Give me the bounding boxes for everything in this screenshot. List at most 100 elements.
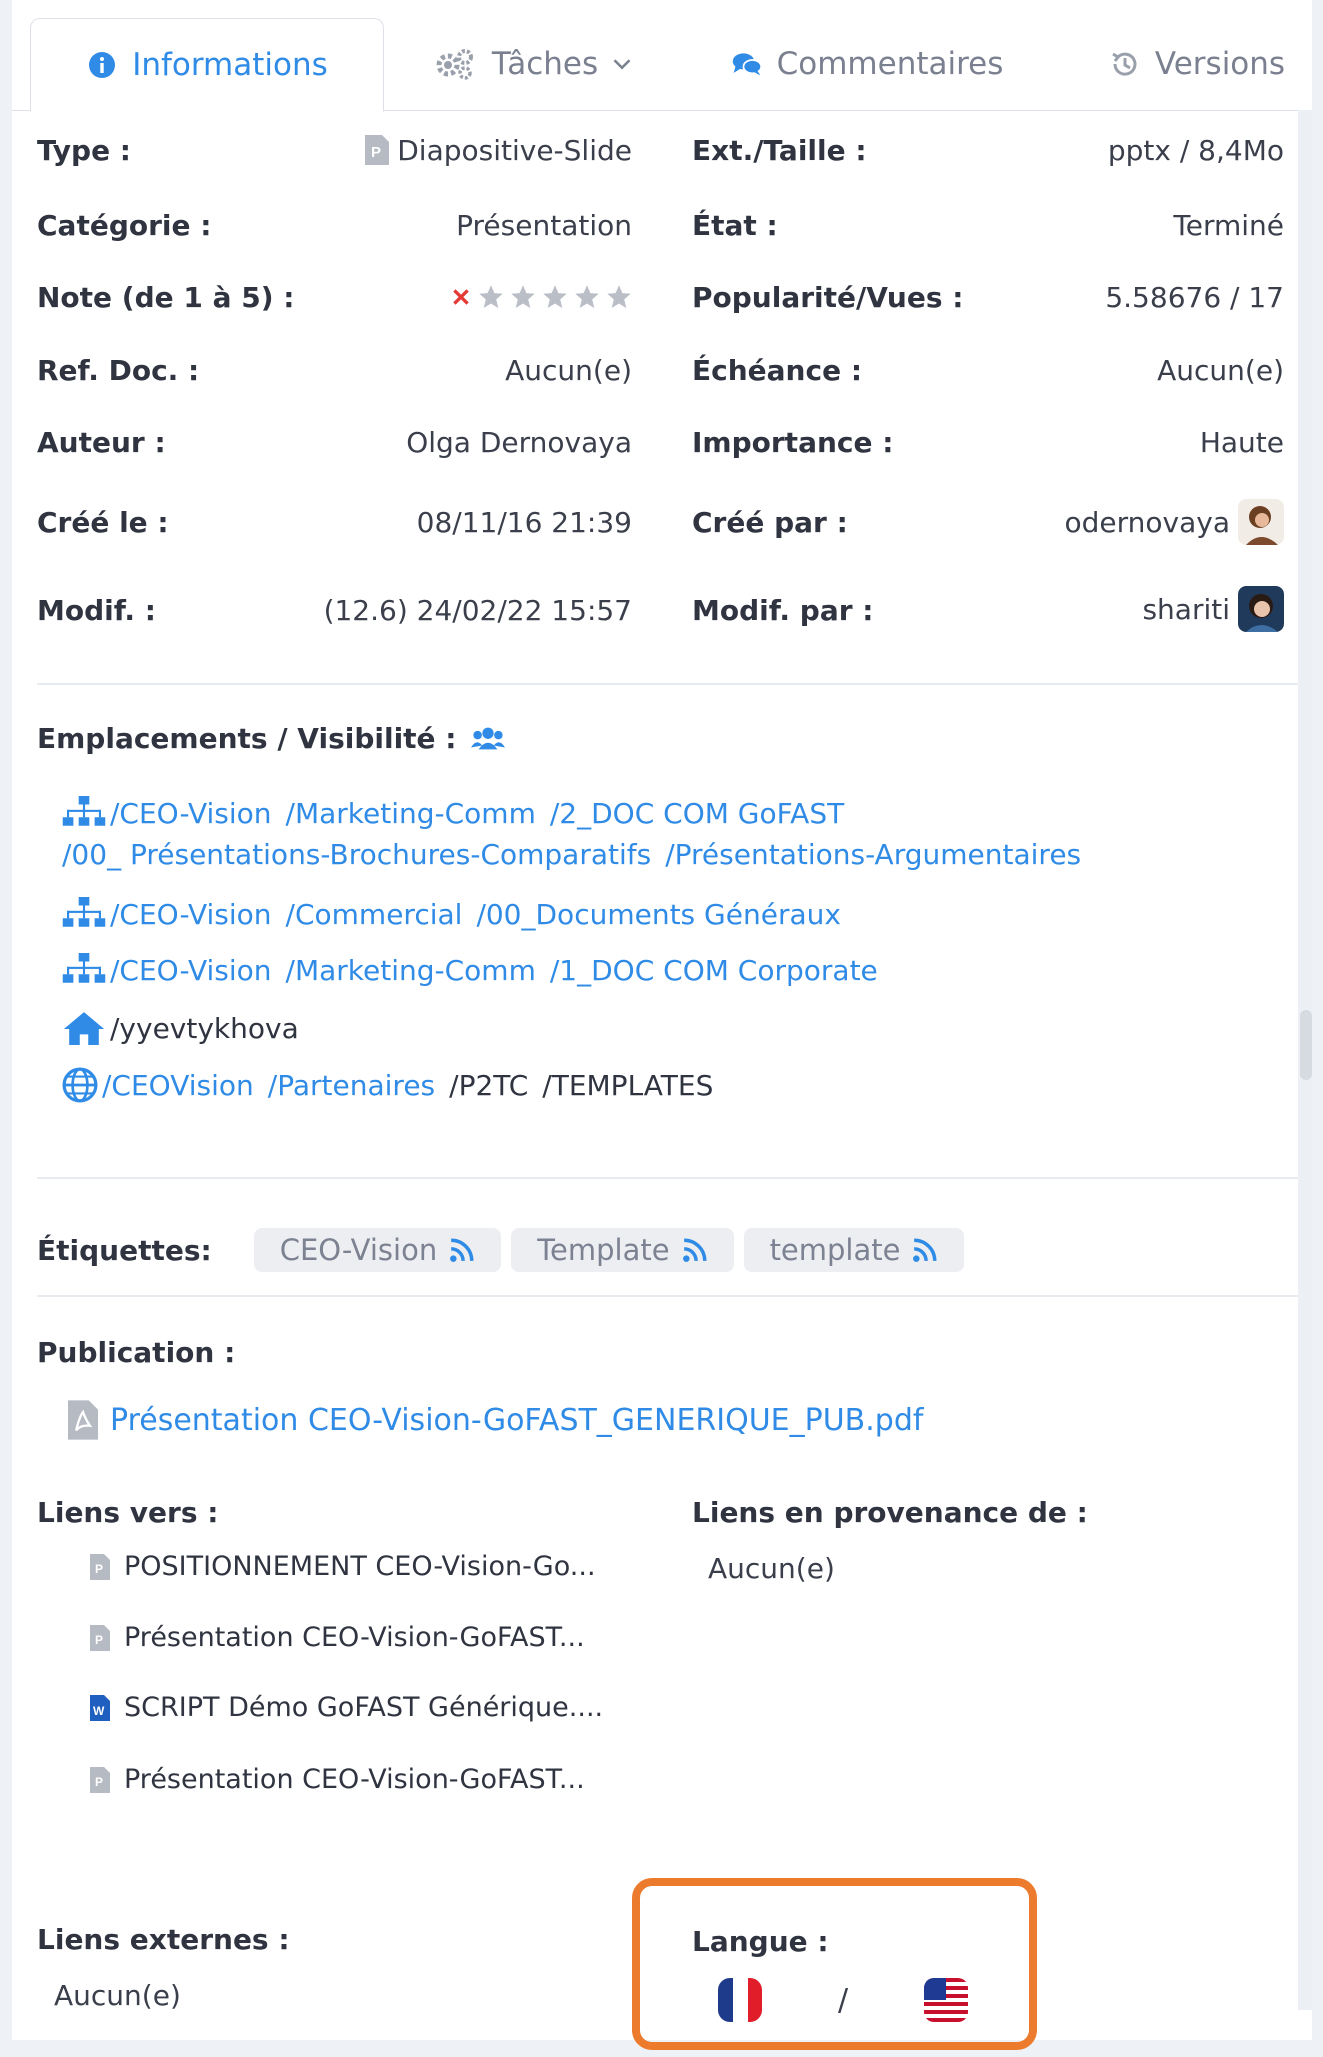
- star-icon[interactable]: [542, 284, 568, 310]
- home-icon: [63, 1012, 105, 1045]
- tag-label: CEO-Vision: [279, 1233, 438, 1267]
- field-label: État :: [692, 208, 778, 242]
- pptx-file-icon: P: [90, 1766, 110, 1793]
- field-label: Type :: [37, 133, 132, 167]
- tag-chip[interactable]: template: [743, 1228, 965, 1272]
- star-icon[interactable]: [606, 284, 632, 310]
- path-segment: /TEMPLATES: [542, 1068, 714, 1102]
- divider: [37, 683, 1299, 685]
- popularity-value: 5.58676 / 17: [1105, 280, 1284, 314]
- modified-date-value: (12.6) 24/02/22 15:57: [323, 593, 632, 627]
- path-segment-link[interactable]: /Présentations-Argumentaires: [665, 838, 1081, 871]
- links-to-label: Liens vers :: [37, 1495, 219, 1529]
- avatar[interactable]: [1238, 586, 1284, 632]
- due-date-value: Aucun(e): [1157, 353, 1284, 387]
- svg-text:P: P: [371, 144, 381, 161]
- field-label: Popularité/Vues :: [692, 280, 964, 314]
- divider: [37, 1177, 1299, 1179]
- linked-document-name[interactable]: SCRIPT Démo GoFAST Générique....: [124, 1692, 603, 1723]
- scrollbar-track[interactable]: [1298, 110, 1312, 2010]
- svg-text:W: W: [93, 1704, 105, 1718]
- ext-size-value: pptx / 8,4Mo: [1107, 133, 1284, 167]
- linked-document-name[interactable]: Présentation CEO-Vision-GoFAST...: [124, 1764, 585, 1795]
- star-icon[interactable]: [574, 284, 600, 310]
- path-segment-link[interactable]: /Marketing-Comm: [286, 954, 536, 987]
- pdf-file-icon: [68, 1400, 98, 1440]
- tag-chip[interactable]: Template: [511, 1228, 734, 1272]
- modified-by-value[interactable]: shariti: [972, 582, 1284, 636]
- chevron-down-icon: [613, 59, 631, 70]
- tab-informations[interactable]: Informations: [30, 18, 384, 112]
- importance-value: Haute: [1199, 425, 1284, 459]
- comments-icon: [732, 53, 762, 76]
- field-label: Ext./Taille :: [692, 133, 867, 167]
- linked-document-name[interactable]: POSITIONNEMENT CEO-Vision-Go...: [124, 1551, 596, 1582]
- rss-icon[interactable]: [449, 1237, 475, 1263]
- tags-row: Étiquettes: CEO-Vision Template template: [37, 1225, 974, 1275]
- globe-icon: [62, 1067, 98, 1103]
- tab-versions[interactable]: Versions: [1092, 18, 1302, 110]
- history-icon: [1112, 52, 1137, 76]
- sitemap-icon: [62, 796, 106, 826]
- tab-label: Versions: [1154, 46, 1286, 82]
- svg-text:P: P: [95, 1775, 103, 1789]
- pptx-file-icon: P: [90, 1624, 110, 1651]
- scrollbar-thumb[interactable]: [1300, 1010, 1312, 1080]
- linked-document[interactable]: W SCRIPT Démo GoFAST Générique....: [90, 1692, 603, 1723]
- path-segment-link[interactable]: /CEO-Vision: [110, 898, 272, 931]
- tab-taches[interactable]: Tâches: [417, 18, 647, 110]
- tag-chip[interactable]: CEO-Vision: [253, 1228, 502, 1272]
- rating-stars[interactable]: [412, 277, 632, 317]
- linked-document-name[interactable]: Présentation CEO-Vision-GoFAST...: [124, 1622, 585, 1653]
- path-segment-link[interactable]: /Commercial: [286, 898, 463, 931]
- users-icon: [470, 727, 505, 750]
- pptx-file-icon: P: [365, 135, 390, 165]
- tab-label: Commentaires: [776, 46, 1004, 82]
- path-segment-link[interactable]: /1_DOC COM Corporate: [550, 954, 878, 987]
- tab-label: Informations: [132, 47, 328, 83]
- star-icon[interactable]: [510, 284, 536, 310]
- document-info-panel: Informations Tâches Commentaires Version…: [12, 0, 1312, 2040]
- avatar[interactable]: [1238, 499, 1284, 545]
- svg-text:P: P: [95, 1562, 103, 1576]
- field-label: Auteur :: [37, 425, 166, 459]
- path-segment-link[interactable]: /2_DOC COM GoFAST: [550, 797, 844, 830]
- divider: [37, 1295, 1299, 1297]
- path-segment-link[interactable]: /CEO-Vision: [110, 954, 272, 987]
- publication-label: Publication :: [37, 1335, 236, 1369]
- word-file-icon: W: [90, 1694, 110, 1721]
- sitemap-icon: [62, 897, 106, 927]
- path-segment-link[interactable]: /CEOVision: [102, 1069, 254, 1102]
- publication-file-link[interactable]: Présentation CEO-Vision-GoFAST_GENERIQUE…: [68, 1395, 923, 1445]
- publication-file-name[interactable]: Présentation CEO-Vision-GoFAST_GENERIQUE…: [110, 1403, 923, 1438]
- field-label: Ref. Doc. :: [37, 353, 200, 387]
- path-segment-link[interactable]: /00_ Présentations-Brochures-Comparatifs: [62, 838, 651, 871]
- category-value: Présentation: [456, 208, 632, 242]
- linked-document[interactable]: P POSITIONNEMENT CEO-Vision-Go...: [90, 1551, 596, 1582]
- links-from-label: Liens en provenance de :: [692, 1495, 1088, 1529]
- star-icon[interactable]: [478, 284, 504, 310]
- sitemap-icon: [62, 953, 106, 983]
- path-segment-link[interactable]: /Marketing-Comm: [286, 797, 536, 830]
- linked-document[interactable]: P Présentation CEO-Vision-GoFAST...: [90, 1764, 585, 1795]
- info-circle-icon: [89, 52, 116, 78]
- author-value: Olga Dernovaya: [406, 425, 632, 459]
- location-path-continued: /00_ Présentations-Brochures-Comparatifs…: [62, 838, 1095, 871]
- path-segment-link[interactable]: /CEO-Vision: [110, 797, 272, 830]
- clear-rating-icon[interactable]: [450, 286, 472, 308]
- field-label: Créé par :: [692, 505, 848, 539]
- path-segment-link[interactable]: /Partenaires: [268, 1069, 435, 1102]
- rss-icon[interactable]: [682, 1237, 708, 1263]
- rss-icon[interactable]: [912, 1237, 938, 1263]
- state-value: Terminé: [1173, 208, 1284, 242]
- created-by-value[interactable]: odernovaya: [972, 495, 1284, 549]
- external-links-label: Liens externes :: [37, 1922, 290, 1956]
- tab-label: Tâches: [491, 46, 599, 82]
- field-label: Échéance :: [692, 353, 863, 387]
- tab-commentaires[interactable]: Commentaires: [712, 18, 1022, 110]
- tag-label: Template: [537, 1233, 670, 1267]
- linked-document[interactable]: P Présentation CEO-Vision-GoFAST...: [90, 1622, 585, 1653]
- path-segment-link[interactable]: /00_Documents Généraux: [476, 898, 841, 931]
- path-segment: /P2TC: [449, 1068, 529, 1102]
- locations-header: Emplacements / Visibilité :: [37, 718, 505, 758]
